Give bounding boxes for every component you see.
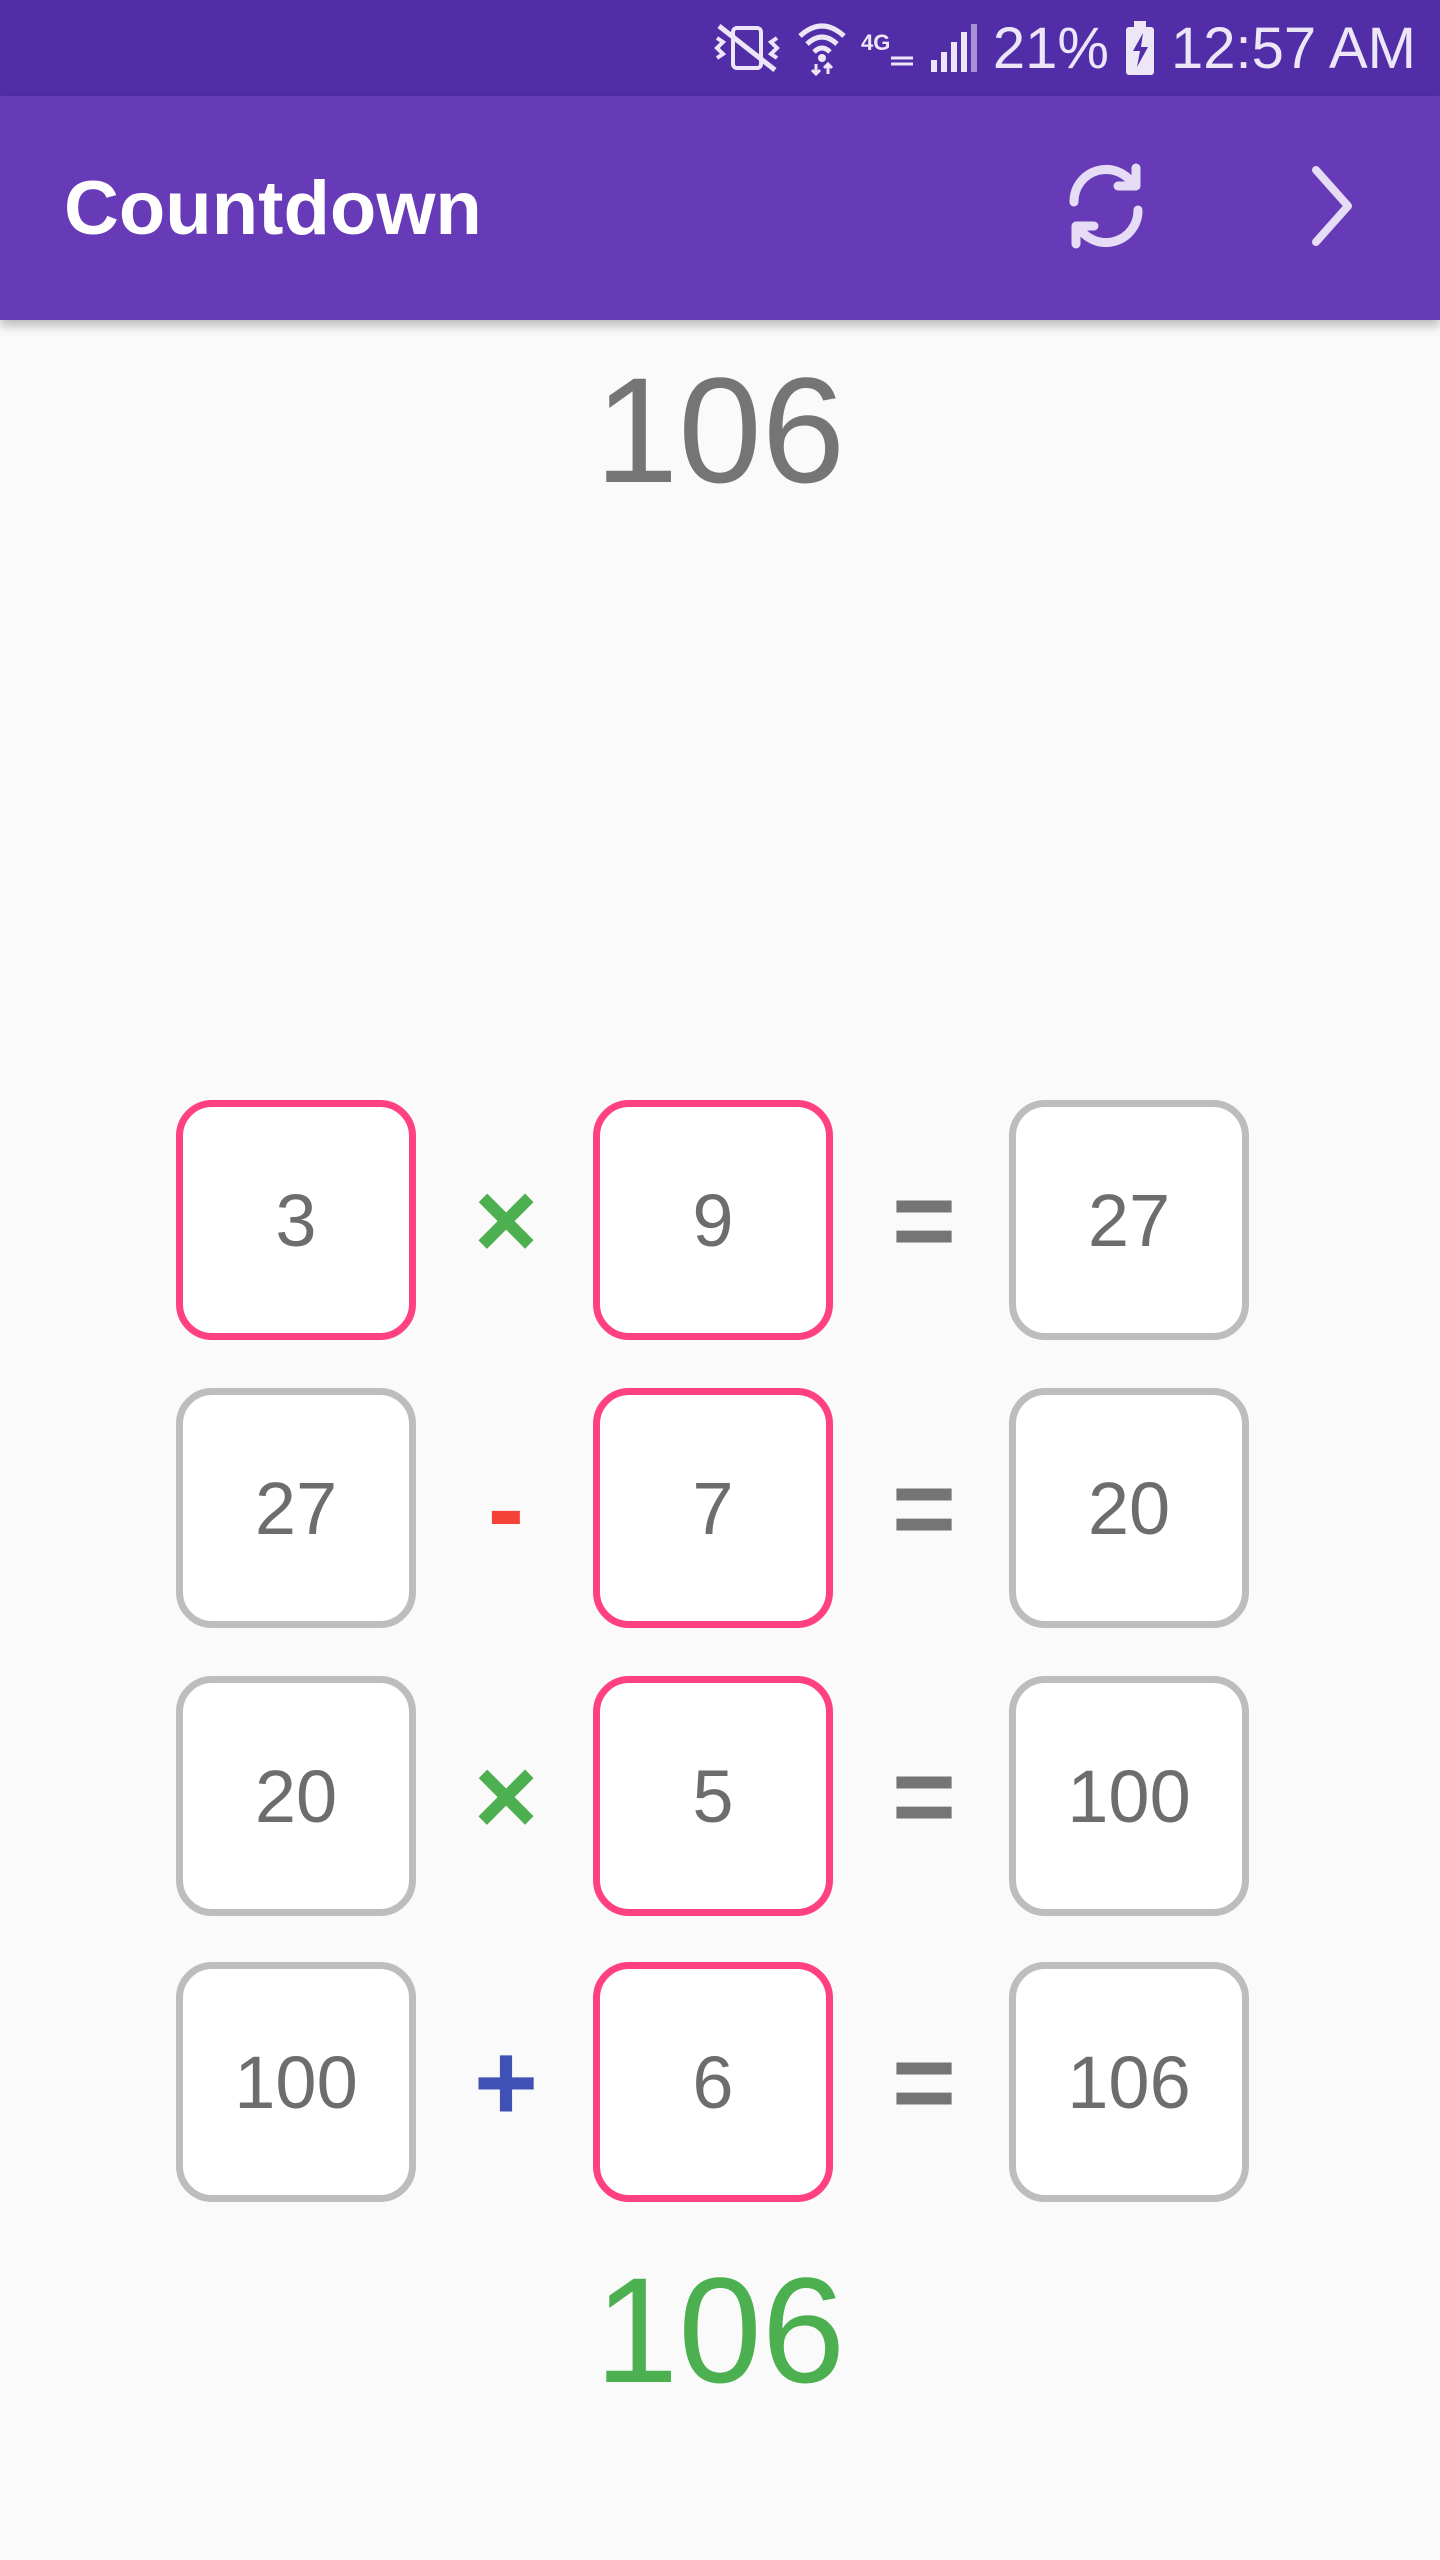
number-tile[interactable]: 20 xyxy=(176,1676,416,1916)
4g-lte-icon: 4G xyxy=(861,28,913,68)
app-title: Countdown xyxy=(64,165,482,251)
app-bar: Countdown xyxy=(0,96,1440,320)
refresh-icon xyxy=(1056,156,1156,261)
refresh-button[interactable] xyxy=(1046,148,1166,268)
svg-text:4G: 4G xyxy=(861,30,890,55)
multiply-operator: × xyxy=(473,1734,539,1858)
wifi-icon xyxy=(797,20,847,76)
number-tile[interactable]: 27 xyxy=(176,1388,416,1628)
subtract-operator: - xyxy=(487,1446,525,1570)
status-bar: 4G 21% 12:57 AM xyxy=(0,0,1440,96)
equation-row: 3 × 9 = 27 xyxy=(176,1100,1266,1352)
signal-icon xyxy=(927,22,979,74)
multiply-operator: × xyxy=(473,1158,539,1282)
final-result: 106 xyxy=(594,2246,846,2414)
number-tile[interactable]: 6 xyxy=(593,1962,833,2202)
battery-percent: 21% xyxy=(992,15,1109,81)
equation-row: 27 - 7 = 20 xyxy=(176,1388,1266,1640)
equals-sign: = xyxy=(891,1734,957,1858)
chevron-right-icon xyxy=(1290,156,1370,261)
equation-grid: 3 × 9 = 27 27 - 7 = 20 20 × 5 = 100 100 … xyxy=(176,1100,1266,2220)
equation-row: 100 + 6 = 106 xyxy=(176,1962,1266,2214)
number-tile[interactable]: 3 xyxy=(176,1100,416,1340)
result-tile[interactable]: 20 xyxy=(1009,1388,1249,1628)
result-tile[interactable]: 27 xyxy=(1009,1100,1249,1340)
result-tile[interactable]: 106 xyxy=(1009,1962,1249,2202)
number-tile[interactable]: 5 xyxy=(593,1676,833,1916)
equals-sign: = xyxy=(891,1446,957,1570)
status-icons: 4G 21% 12:57 AM xyxy=(711,0,1416,96)
add-operator: + xyxy=(473,2020,539,2144)
result-tile[interactable]: 100 xyxy=(1009,1676,1249,1916)
equals-sign: = xyxy=(891,2020,957,2144)
equation-row: 20 × 5 = 100 xyxy=(176,1676,1266,1928)
number-tile[interactable]: 100 xyxy=(176,1962,416,2202)
equals-sign: = xyxy=(891,1158,957,1282)
next-button[interactable] xyxy=(1270,148,1390,268)
number-tile[interactable]: 9 xyxy=(593,1100,833,1340)
battery-charging-icon xyxy=(1123,19,1157,77)
status-time: 12:57 AM xyxy=(1170,15,1416,81)
target-number: 106 xyxy=(594,346,846,514)
mute-vibrate-icon xyxy=(711,22,783,74)
number-tile[interactable]: 7 xyxy=(593,1388,833,1628)
